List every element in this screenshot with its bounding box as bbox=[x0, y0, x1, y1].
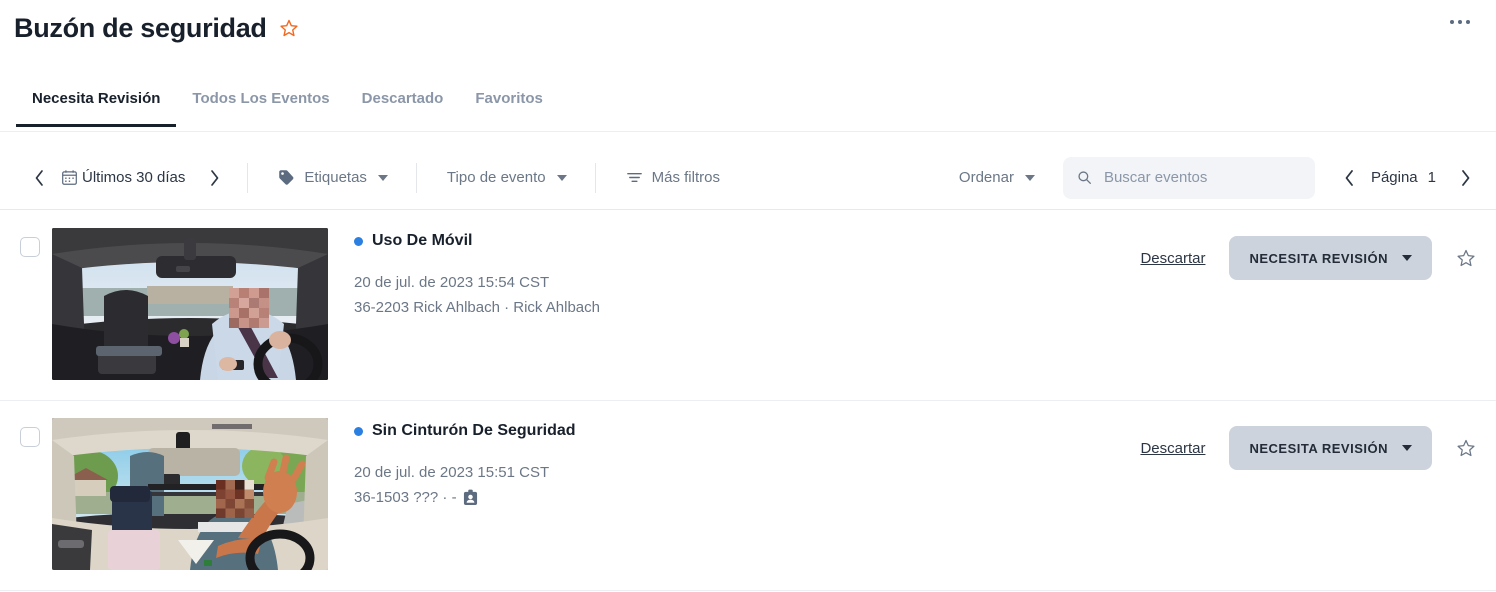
chevron-down-icon bbox=[377, 174, 388, 181]
event-select-checkbox[interactable] bbox=[20, 427, 40, 447]
tab-bar: Necesita Revisión Todos Los Eventos Desc… bbox=[0, 86, 1496, 132]
page-title: Buzón de seguridad bbox=[14, 12, 267, 43]
status-dropdown-button[interactable]: NECESITA REVISIÓN bbox=[1229, 236, 1432, 280]
chevron-down-icon bbox=[1402, 445, 1412, 451]
event-info: Sin Cinturón De Seguridad 20 de jul. de … bbox=[354, 418, 1140, 506]
dashcam-interior-image bbox=[52, 228, 328, 380]
event-type-filter-label: Tipo de evento bbox=[446, 169, 546, 186]
event-row[interactable]: Uso De Móvil 20 de jul. de 2023 15:54 CS… bbox=[0, 211, 1496, 401]
status-label: NECESITA REVISIÓN bbox=[1249, 440, 1388, 456]
event-status-dot-icon bbox=[354, 426, 363, 436]
page-number: 1 bbox=[1427, 169, 1436, 186]
favorite-star-icon[interactable] bbox=[1456, 248, 1476, 268]
event-thumbnail[interactable] bbox=[52, 228, 328, 380]
event-thumbnail[interactable] bbox=[52, 418, 328, 570]
discard-button[interactable]: Descartar bbox=[1140, 250, 1205, 267]
chevron-down-icon bbox=[1402, 255, 1412, 261]
tags-filter-button[interactable]: Etiquetas bbox=[264, 163, 402, 192]
next-page-button[interactable] bbox=[1448, 161, 1482, 195]
toolbar-divider bbox=[247, 162, 249, 193]
sort-button[interactable]: Ordenar bbox=[945, 163, 1049, 192]
event-meta: 36-1503 ??? · - bbox=[354, 489, 1140, 506]
filter-toolbar: Últimos 30 días Etiquetas Tipo de evento bbox=[0, 146, 1496, 210]
dashcam-interior-image bbox=[52, 418, 328, 570]
status-dropdown-button[interactable]: NECESITA REVISIÓN bbox=[1229, 426, 1432, 470]
tab-favoritos[interactable]: Favoritos bbox=[459, 86, 559, 124]
page-header: Buzón de seguridad bbox=[0, 0, 1496, 56]
discard-button[interactable]: Descartar bbox=[1140, 440, 1205, 457]
event-select-checkbox[interactable] bbox=[20, 237, 40, 257]
tag-icon bbox=[278, 169, 295, 186]
search-input[interactable] bbox=[1101, 168, 1301, 187]
tab-necesita-revision[interactable]: Necesita Revisión bbox=[16, 86, 177, 127]
tags-filter-label: Etiquetas bbox=[304, 169, 367, 186]
toolbar-divider bbox=[594, 162, 596, 193]
event-info: Uso De Móvil 20 de jul. de 2023 15:54 CS… bbox=[354, 228, 1140, 316]
event-meta-text: 36-1503 ??? · - bbox=[354, 489, 457, 506]
event-meta: 36-2203 Rick Ahlbach · Rick Ahlbach bbox=[354, 299, 1140, 316]
event-select-checkbox-wrap bbox=[20, 427, 40, 447]
event-title: Uso De Móvil bbox=[372, 232, 473, 249]
status-label: NECESITA REVISIÓN bbox=[1249, 250, 1388, 266]
tab-todos-los-eventos[interactable]: Todos Los Eventos bbox=[176, 86, 345, 124]
dot-icon bbox=[1450, 20, 1454, 24]
prev-page-button[interactable] bbox=[1333, 161, 1367, 195]
event-actions: Descartar NECESITA REVISIÓN bbox=[1140, 236, 1476, 280]
event-status-dot-icon bbox=[354, 236, 363, 246]
dot-icon bbox=[1466, 20, 1470, 24]
chevron-down-icon bbox=[556, 174, 567, 181]
event-timestamp: 20 de jul. de 2023 15:51 CST bbox=[354, 464, 550, 481]
date-range-label[interactable]: Últimos 30 días bbox=[82, 169, 185, 186]
more-filters-button[interactable]: Más filtros bbox=[612, 163, 734, 192]
event-timestamp: 20 de jul. de 2023 15:54 CST bbox=[354, 274, 550, 291]
event-title-link[interactable]: Uso De Móvil bbox=[354, 232, 1140, 250]
filter-icon bbox=[626, 169, 643, 186]
id-badge-icon bbox=[463, 489, 478, 506]
more-filters-label: Más filtros bbox=[651, 169, 720, 186]
overflow-menu-button[interactable] bbox=[1446, 16, 1474, 28]
toolbar-divider bbox=[415, 162, 417, 193]
safety-inbox-page: Buzón de seguridad Necesita Revisión Tod… bbox=[0, 0, 1496, 592]
dot-icon bbox=[1458, 20, 1462, 24]
date-range-group: Últimos 30 días bbox=[22, 160, 231, 196]
next-date-range-button[interactable] bbox=[197, 161, 231, 195]
event-title-link[interactable]: Sin Cinturón De Seguridad bbox=[354, 422, 1140, 440]
event-actions: Descartar NECESITA REVISIÓN bbox=[1140, 426, 1476, 470]
sort-label: Ordenar bbox=[958, 169, 1014, 186]
event-type-filter-button[interactable]: Tipo de evento bbox=[433, 163, 581, 192]
page-label: Página bbox=[1370, 169, 1418, 186]
search-icon bbox=[1077, 170, 1092, 185]
pagination: Página 1 bbox=[1333, 161, 1482, 195]
search-box[interactable] bbox=[1062, 156, 1315, 199]
tab-descartado[interactable]: Descartado bbox=[346, 86, 460, 124]
event-meta-text: 36-2203 Rick Ahlbach · Rick Ahlbach bbox=[354, 299, 600, 316]
prev-date-range-button[interactable] bbox=[22, 161, 56, 195]
event-title: Sin Cinturón De Seguridad bbox=[372, 422, 576, 439]
chevron-down-icon bbox=[1024, 174, 1035, 181]
event-list: Uso De Móvil 20 de jul. de 2023 15:54 CS… bbox=[0, 211, 1496, 591]
favorite-star-icon[interactable] bbox=[279, 18, 299, 38]
event-select-checkbox-wrap bbox=[20, 237, 40, 257]
event-row[interactable]: Sin Cinturón De Seguridad 20 de jul. de … bbox=[0, 401, 1496, 591]
calendar-icon bbox=[56, 161, 82, 195]
favorite-star-icon[interactable] bbox=[1456, 438, 1476, 458]
